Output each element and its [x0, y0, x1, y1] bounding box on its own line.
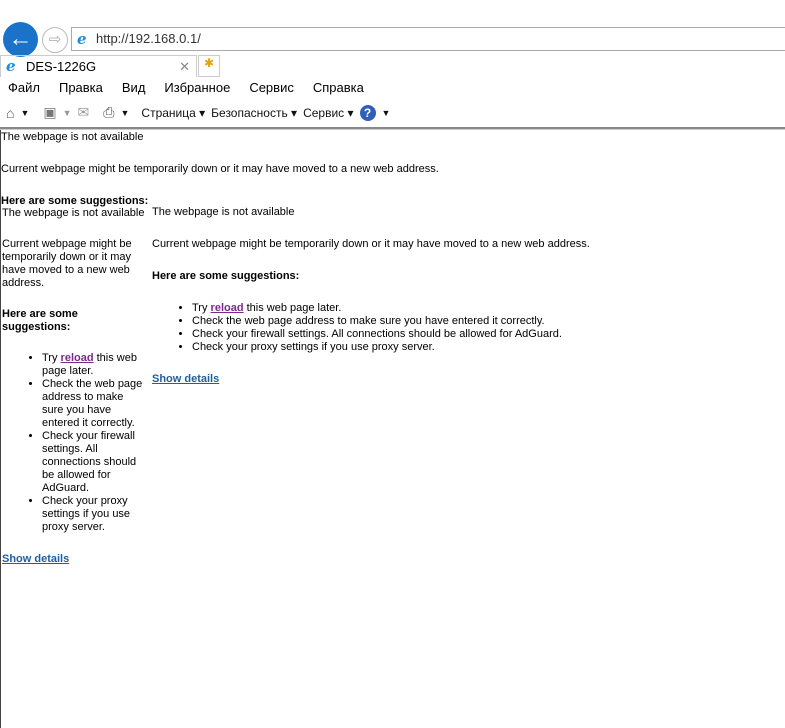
error-message: Current webpage might be temporarily dow… [2, 238, 132, 289]
help-icon[interactable]: ? [359, 104, 376, 121]
show-details-link[interactable]: Show details [2, 553, 69, 565]
left-frame: The webpage is not available Current web… [2, 207, 147, 566]
reload-link[interactable]: reload [61, 352, 94, 364]
tab-title: DES-1226G [26, 59, 97, 74]
suggestion-reload: Try reload this web page later. [42, 352, 147, 378]
error-title: The webpage is not available [152, 206, 295, 218]
suggestions-heading: Here are some suggestions: [2, 308, 78, 333]
page-content: The webpage is not available Current web… [0, 130, 785, 728]
chevron-down-icon[interactable]: ▼ [120, 108, 129, 118]
tools-menu[interactable]: Сервис ▾ [303, 106, 353, 120]
error-title: The webpage is not available [2, 207, 145, 219]
error-message: Current webpage might be temporarily dow… [152, 238, 590, 250]
menu-view[interactable]: Вид [122, 80, 146, 98]
menu-edit[interactable]: Правка [59, 80, 103, 98]
back-button[interactable]: ← [3, 22, 38, 57]
security-menu[interactable]: Безопасность ▾ [211, 106, 297, 120]
feeds-icon[interactable]: ▣ [43, 104, 56, 121]
mail-icon[interactable]: ✉ [78, 104, 90, 121]
command-bar: ⌂ ▼ ▣ ▼ ✉ ⎙ ▼ Страница ▾ Безопасность ▾ Сер… [6, 104, 390, 121]
print-icon[interactable]: ⎙ [103, 104, 114, 121]
suggestion-reload: Try reload this web page later. [192, 302, 782, 315]
close-tab-icon[interactable]: ✕ [179, 56, 190, 77]
menu-file[interactable]: Файл [8, 80, 40, 98]
suggestion-address: Check the web page address to make sure … [192, 315, 782, 328]
ie-icon: e [77, 30, 87, 48]
chevron-down-icon[interactable]: ▼ [382, 108, 391, 118]
suggestion-proxy: Check your proxy settings if you use pro… [192, 341, 782, 354]
url-text: http://192.168.0.1/ [96, 31, 201, 46]
menu-bar: Файл Правка Вид Избранное Сервис Справка [0, 80, 375, 98]
suggestion-firewall: Check your firewall settings. All connec… [42, 430, 147, 495]
right-frame: The webpage is not available Current web… [152, 206, 782, 386]
suggestion-firewall: Check your firewall settings. All connec… [192, 328, 782, 341]
browser-chrome: ← ⇨ e http://192.168.0.1/ e DES-1226G ✕ … [0, 0, 785, 130]
menu-help[interactable]: Справка [313, 80, 364, 98]
tab-active[interactable]: e DES-1226G ✕ [0, 55, 197, 77]
suggestions-heading: Here are some suggestions: [152, 270, 300, 282]
chevron-down-icon[interactable]: ▼ [63, 108, 72, 118]
new-tab-button[interactable]: ✱ [198, 55, 220, 77]
suggestion-address: Check the web page address to make sure … [42, 378, 147, 430]
forward-button[interactable]: ⇨ [42, 27, 68, 53]
page-menu[interactable]: Страница ▾ [141, 106, 205, 120]
suggestion-proxy: Check your proxy settings if you use pro… [42, 495, 147, 534]
address-bar[interactable]: e http://192.168.0.1/ [71, 27, 785, 51]
home-icon[interactable]: ⌂ [6, 105, 14, 121]
menu-tools[interactable]: Сервис [249, 80, 294, 98]
error-message: Current webpage might be temporarily dow… [1, 163, 439, 175]
error-title: The webpage is not available [1, 131, 144, 143]
show-details-link[interactable]: Show details [152, 373, 219, 385]
ie-icon: e [6, 57, 16, 75]
reload-link[interactable]: reload [211, 302, 244, 314]
chevron-down-icon[interactable]: ▼ [20, 108, 29, 118]
menu-favorites[interactable]: Избранное [164, 80, 230, 98]
